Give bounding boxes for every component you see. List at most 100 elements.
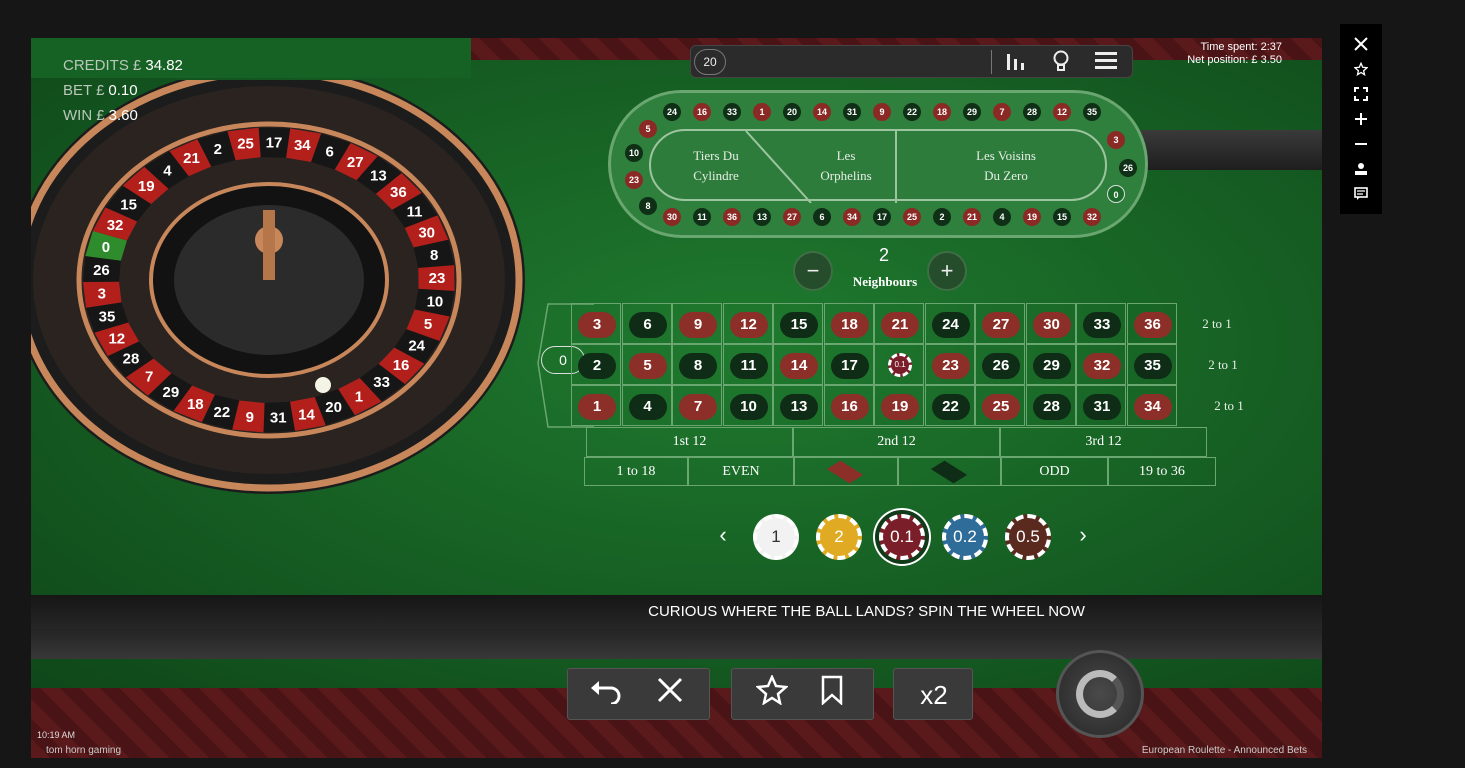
number-cell[interactable]: 12 xyxy=(722,303,773,344)
racetrack-number[interactable]: 32 xyxy=(1083,208,1101,226)
number-cell[interactable]: 18 xyxy=(823,303,874,344)
number-cell[interactable]: 2 xyxy=(571,344,621,385)
racetrack-number[interactable]: 17 xyxy=(873,208,891,226)
number-cell[interactable]: 25 xyxy=(975,385,1025,426)
outside-bet[interactable]: 19 to 36 xyxy=(1108,457,1216,486)
chip-1[interactable]: 1 xyxy=(753,514,799,560)
number-cell[interactable]: 13 xyxy=(773,385,823,426)
number-cell[interactable]: 31 xyxy=(1076,385,1126,426)
number-cell[interactable]: 7 xyxy=(672,385,722,426)
number-cell[interactable]: 24 xyxy=(924,303,975,344)
spin-button[interactable] xyxy=(1056,650,1144,738)
number-cell[interactable]: 17 xyxy=(823,344,874,385)
racetrack-number[interactable]: 23 xyxy=(625,171,643,189)
number-cell[interactable]: 10 xyxy=(722,385,773,426)
racetrack-number[interactable]: 11 xyxy=(693,208,711,226)
number-cell[interactable]: 14 xyxy=(773,344,823,385)
chevron-right-icon[interactable]: › xyxy=(1073,522,1093,548)
bet-history-pill[interactable]: 20 xyxy=(694,49,726,75)
number-cell[interactable]: 33 xyxy=(1076,303,1126,344)
number-cell[interactable]: 4 xyxy=(621,385,672,426)
racetrack-number[interactable]: 34 xyxy=(843,208,861,226)
outside-bet[interactable] xyxy=(794,457,898,486)
star-icon[interactable] xyxy=(1349,59,1373,83)
number-cell[interactable]: 32 xyxy=(1076,344,1126,385)
racetrack-number[interactable]: 19 xyxy=(1023,208,1041,226)
racetrack-number[interactable]: 33 xyxy=(723,103,741,121)
outside-bet[interactable]: ODD xyxy=(1001,457,1108,486)
racetrack-number[interactable]: 8 xyxy=(639,197,657,215)
number-cell[interactable]: 26 xyxy=(975,344,1025,385)
column-bet-2to1[interactable]: 2 to 1 xyxy=(1195,357,1251,373)
outside-bet[interactable]: EVEN xyxy=(688,457,794,486)
number-cell[interactable]: 6 xyxy=(621,303,672,344)
racetrack-number[interactable]: 22 xyxy=(903,103,921,121)
number-cell[interactable]: 5 xyxy=(621,344,672,385)
zoom-in-icon[interactable] xyxy=(1349,109,1373,133)
orphelins-section[interactable]: Les Orphelins xyxy=(801,146,891,186)
racetrack-number[interactable]: 30 xyxy=(663,208,681,226)
racetrack-number[interactable]: 2 xyxy=(933,208,951,226)
number-cell[interactable]: 0.1 xyxy=(874,344,924,385)
racetrack-number[interactable]: 10 xyxy=(625,144,643,162)
outside-bet[interactable]: 1 to 18 xyxy=(584,457,688,486)
racetrack-number[interactable]: 13 xyxy=(753,208,771,226)
number-cell[interactable]: 28 xyxy=(1025,385,1076,426)
number-cell[interactable]: 36 xyxy=(1126,303,1177,344)
chip-0.5[interactable]: 0.5 xyxy=(1005,514,1051,560)
chip-2[interactable]: 2 xyxy=(816,514,862,560)
dozen-bet[interactable]: 3rd 12 xyxy=(1000,427,1207,457)
racetrack-number[interactable]: 18 xyxy=(933,103,951,121)
chip-0.1[interactable]: 0.1 xyxy=(879,514,925,560)
number-cell[interactable]: 3 xyxy=(571,303,621,344)
number-cell[interactable]: 19 xyxy=(874,385,924,426)
racetrack-number[interactable]: 31 xyxy=(843,103,861,121)
clear-bets-button[interactable] xyxy=(648,675,692,715)
racetrack-number[interactable]: 26 xyxy=(1119,159,1137,177)
racetrack-number[interactable]: 16 xyxy=(693,103,711,121)
bookmark-button[interactable] xyxy=(810,675,854,715)
number-cell[interactable]: 8 xyxy=(672,344,722,385)
neighbours-minus-button[interactable]: − xyxy=(793,251,833,291)
dozen-bet[interactable]: 2nd 12 xyxy=(793,427,1000,457)
number-cell[interactable]: 35 xyxy=(1126,344,1177,385)
chat-icon[interactable] xyxy=(1349,184,1373,208)
chip-0.2[interactable]: 0.2 xyxy=(942,514,988,560)
number-cell[interactable]: 21 xyxy=(874,303,924,344)
racetrack-number[interactable]: 36 xyxy=(723,208,741,226)
racetrack-number[interactable]: 14 xyxy=(813,103,831,121)
chevron-left-icon[interactable]: ‹ xyxy=(713,522,733,548)
number-cell[interactable]: 9 xyxy=(672,303,722,344)
racetrack[interactable]: Tiers Du Cylindre Les Orphelins Les Voisin… xyxy=(608,90,1148,238)
racetrack-number[interactable]: 27 xyxy=(783,208,801,226)
racetrack-number[interactable]: 20 xyxy=(783,103,801,121)
racetrack-number[interactable]: 9 xyxy=(873,103,891,121)
racetrack-number[interactable]: 29 xyxy=(963,103,981,121)
tiers-section[interactable]: Tiers Du Cylindre xyxy=(671,146,761,186)
number-cell[interactable]: 16 xyxy=(823,385,874,426)
racetrack-number[interactable]: 28 xyxy=(1023,103,1041,121)
favourite-star-button[interactable] xyxy=(750,673,794,715)
number-cell[interactable]: 22 xyxy=(924,385,975,426)
number-cell[interactable]: 11 xyxy=(722,344,773,385)
undo-button[interactable] xyxy=(584,675,628,715)
racetrack-number[interactable]: 25 xyxy=(903,208,921,226)
double-bet-button[interactable]: x2 xyxy=(912,675,956,715)
racetrack-number[interactable]: 4 xyxy=(993,208,1011,226)
neighbours-plus-button[interactable]: + xyxy=(927,251,967,291)
racetrack-number[interactable]: 21 xyxy=(963,208,981,226)
number-cell[interactable]: 30 xyxy=(1025,303,1076,344)
number-cell[interactable]: 34 xyxy=(1126,385,1177,426)
racetrack-number[interactable]: 3 xyxy=(1107,131,1125,149)
racetrack-number[interactable]: 35 xyxy=(1083,103,1101,121)
racetrack-number[interactable]: 6 xyxy=(813,208,831,226)
number-cell[interactable]: 29 xyxy=(1025,344,1076,385)
racetrack-number[interactable]: 7 xyxy=(993,103,1011,121)
dozen-bet[interactable]: 1st 12 xyxy=(586,427,793,457)
zoom-out-icon[interactable] xyxy=(1349,134,1373,158)
racetrack-number[interactable]: 5 xyxy=(639,120,657,138)
stats-icon[interactable] xyxy=(1003,50,1029,74)
user-icon[interactable] xyxy=(1349,159,1373,183)
outside-bet[interactable] xyxy=(898,457,1001,486)
fullscreen-icon[interactable] xyxy=(1349,84,1373,108)
